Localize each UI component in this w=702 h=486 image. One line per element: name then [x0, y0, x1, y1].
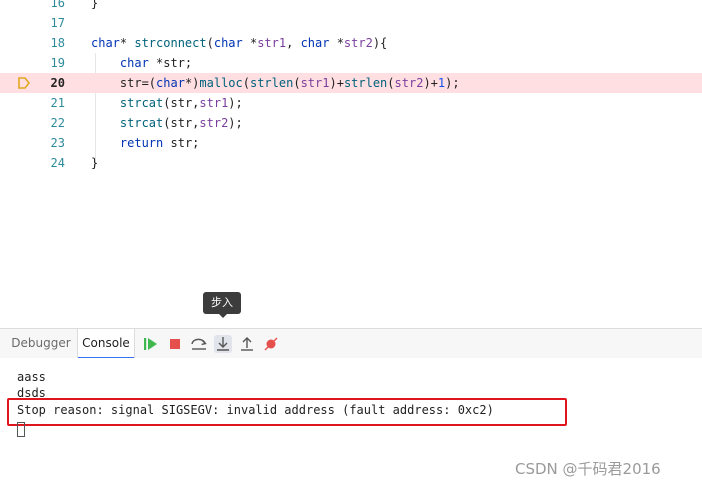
input-caret[interactable] — [17, 422, 25, 437]
console-output[interactable]: aass dsds Stop reason: signal SIGSEGV: i… — [0, 358, 702, 486]
line-number: 22 — [50, 116, 65, 130]
execution-point-icon[interactable] — [17, 76, 31, 90]
resume-icon[interactable] — [142, 335, 160, 353]
step-out-icon[interactable] — [238, 335, 256, 353]
code-line[interactable]: 23 return str; — [0, 133, 702, 153]
line-number: 23 — [50, 136, 65, 150]
stop-icon[interactable] — [166, 335, 184, 353]
code-text: return str; — [119, 136, 200, 150]
csdn-watermark: CSDN @千码君2016 — [515, 460, 661, 478]
code-text: char* strconnect(char *str1, char *str2)… — [91, 36, 388, 50]
tooltip-arrow — [218, 313, 228, 318]
code-line[interactable]: 22 strcat(str,str2); — [0, 113, 702, 133]
code-line[interactable]: 21 strcat(str,str1); — [0, 93, 702, 113]
tab-debugger[interactable]: Debugger — [8, 329, 74, 358]
line-number: 19 — [50, 56, 65, 70]
tab-console[interactable]: Console — [77, 329, 135, 359]
code-text: } — [91, 156, 99, 170]
console-line: aass — [17, 370, 46, 384]
step-into-tooltip: 步入 — [203, 292, 241, 314]
current-execution-line[interactable]: 20 str=(char*)malloc(strlen(str1)+strlen… — [0, 73, 702, 93]
mute-breakpoints-icon[interactable] — [262, 335, 280, 353]
error-highlight-box — [7, 398, 567, 426]
step-into-icon[interactable] — [214, 335, 232, 353]
line-number: 17 — [50, 16, 65, 30]
code-line[interactable]: 18 char* strconnect(char *str1, char *st… — [0, 33, 702, 53]
step-over-icon[interactable] — [190, 335, 208, 353]
code-text: str=(char*)malloc(strlen(str1)+strlen(st… — [91, 76, 460, 90]
code-line[interactable]: 16 } — [0, 0, 702, 13]
code-line[interactable]: 17 — [0, 13, 702, 33]
code-text: char *str; — [119, 56, 193, 70]
line-number: 24 — [50, 156, 65, 170]
line-number: 18 — [50, 36, 65, 50]
code-editor[interactable]: 16 } 17 18 char* strconnect(char *str1, … — [0, 0, 702, 328]
line-number: 16 — [50, 0, 65, 10]
line-number: 20 — [50, 76, 65, 90]
code-text: } — [91, 0, 99, 10]
line-number: 21 — [50, 96, 65, 110]
code-text: strcat(str,str1); — [119, 96, 243, 110]
code-line[interactable]: 24 } — [0, 153, 702, 173]
debug-toolbar: Debugger Console — [0, 328, 702, 359]
code-line[interactable]: 19 char *str; — [0, 53, 702, 73]
code-text: strcat(str,str2); — [119, 116, 243, 130]
